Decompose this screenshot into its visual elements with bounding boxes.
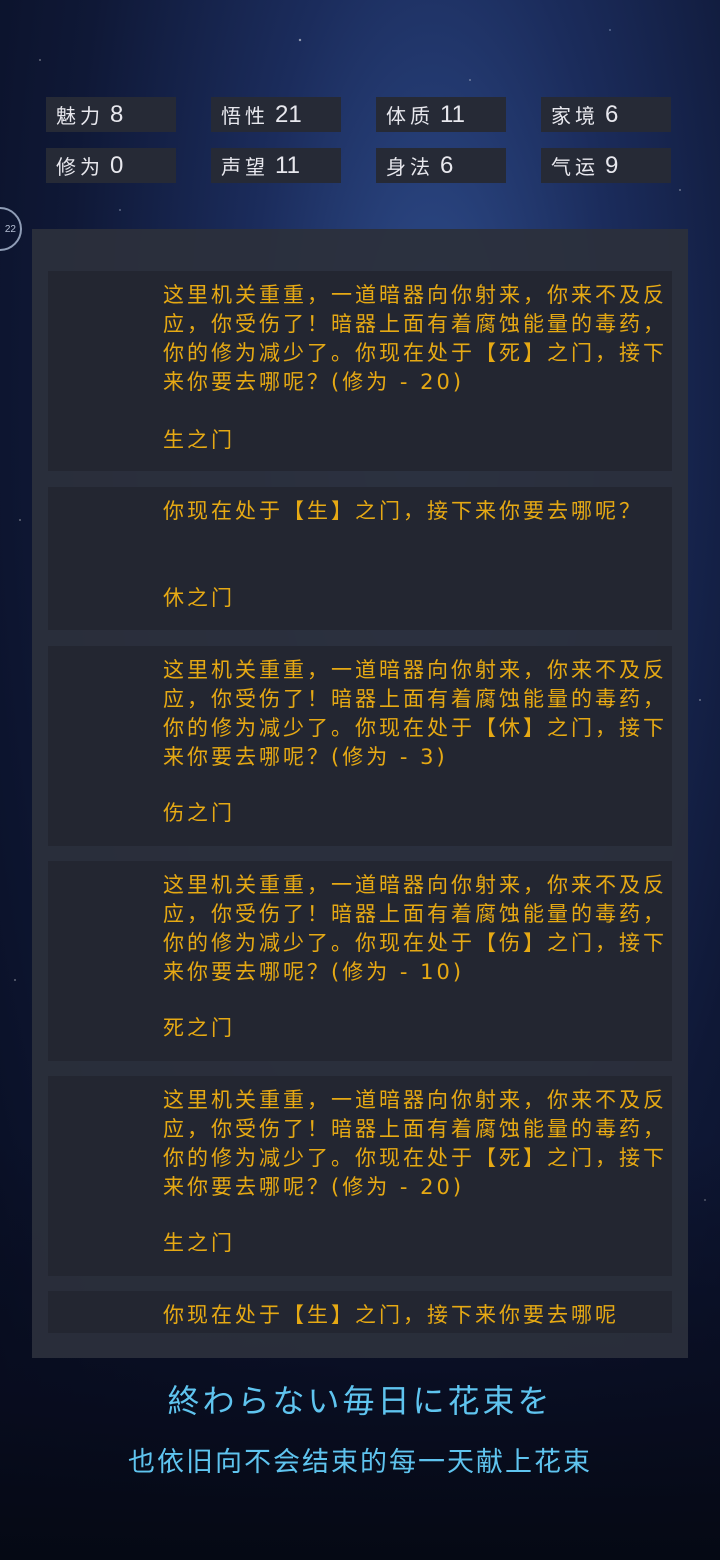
event-text: 你现在处于【生】之门，接下来你要去哪呢？	[163, 499, 643, 523]
event-choice[interactable]: 生之门	[163, 424, 235, 454]
badge-count: 22	[4, 223, 16, 235]
event-card: 这里机关重重，一道暗器向你射来，你来不及反应，你受伤了！暗器上面有着腐蚀能量的毒…	[48, 1076, 672, 1276]
stat-value: 6	[605, 100, 619, 128]
event-choice[interactable]: 伤之门	[163, 797, 235, 827]
event-text: 你现在处于【生】之门，接下来你要去哪呢	[163, 1303, 619, 1327]
stat-value: 8	[110, 100, 124, 128]
stat-label: 体质	[386, 104, 434, 128]
event-card: 你现在处于【生】之门，接下来你要去哪呢	[48, 1291, 672, 1333]
stat-cultivation: 修为 0	[46, 148, 176, 183]
stat-value: 21	[275, 100, 302, 128]
event-choice[interactable]: 死之门	[163, 1012, 235, 1042]
stat-comprehension: 悟性 21	[211, 97, 341, 132]
event-text: 这里机关重重，一道暗器向你射来，你来不及反应，你受伤了！暗器上面有着腐蚀能量的毒…	[163, 658, 667, 769]
event-text: 这里机关重重，一道暗器向你射来，你来不及反应，你受伤了！暗器上面有着腐蚀能量的毒…	[163, 1088, 667, 1199]
event-card: 这里机关重重，一道暗器向你射来，你来不及反应，你受伤了！暗器上面有着腐蚀能量的毒…	[48, 861, 672, 1061]
event-card: 你现在处于【生】之门，接下来你要去哪呢？ 休之门	[48, 487, 672, 630]
caption-chinese: 也依旧向不会结束的每一天献上花束	[128, 1447, 592, 1478]
caption-japanese: 終わらない毎日に花束を	[167, 1382, 553, 1420]
stat-label: 家境	[551, 104, 599, 128]
event-card: 这里机关重重，一道暗器向你射来，你来不及反应，你受伤了！暗器上面有着腐蚀能量的毒…	[48, 271, 672, 471]
stat-value: 11	[275, 151, 300, 179]
event-card: 这里机关重重，一道暗器向你射来，你来不及反应，你受伤了！暗器上面有着腐蚀能量的毒…	[48, 646, 672, 846]
event-choice[interactable]: 生之门	[163, 1227, 235, 1257]
stat-label: 悟性	[221, 104, 269, 128]
stat-agility: 身法 6	[376, 148, 506, 183]
stat-label: 修为	[56, 155, 104, 179]
attribute-grid: 魅力 8 悟性 21 体质 11 家境 6 修为 0 声望 11 身法 6 气运 9	[46, 97, 671, 183]
stat-label: 身法	[386, 155, 434, 179]
stat-value: 0	[110, 151, 124, 179]
stat-label: 气运	[551, 155, 599, 179]
stat-family: 家境 6	[541, 97, 671, 132]
stat-label: 声望	[221, 155, 269, 179]
stat-label: 魅力	[56, 104, 104, 128]
stat-charm: 魅力 8	[46, 97, 176, 132]
stat-luck: 气运 9	[541, 148, 671, 183]
stat-value: 11	[440, 100, 465, 128]
stat-constitution: 体质 11	[376, 97, 506, 132]
event-text: 这里机关重重，一道暗器向你射来，你来不及反应，你受伤了！暗器上面有着腐蚀能量的毒…	[163, 873, 667, 984]
stat-reputation: 声望 11	[211, 148, 341, 183]
stat-value: 6	[440, 151, 454, 179]
event-log-panel[interactable]: 这里机关重重，一道暗器向你射来，你来不及反应，你受伤了！暗器上面有着腐蚀能量的毒…	[32, 229, 688, 1358]
event-text: 这里机关重重，一道暗器向你射来，你来不及反应，你受伤了！暗器上面有着腐蚀能量的毒…	[163, 283, 667, 394]
event-choice[interactable]: 休之门	[163, 582, 235, 612]
stat-value: 9	[605, 151, 619, 179]
